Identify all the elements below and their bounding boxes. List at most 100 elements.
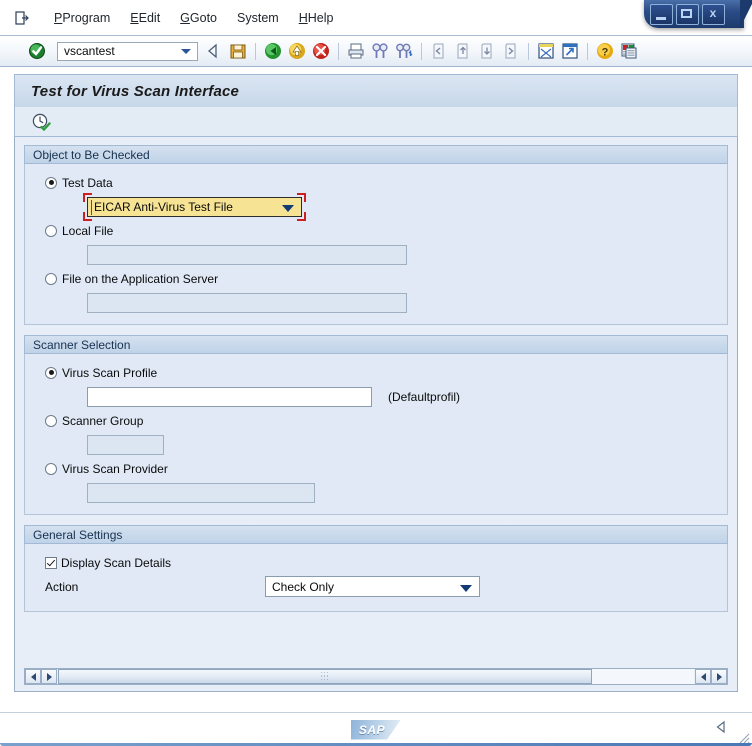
radio-virus-scan-profile[interactable]	[45, 367, 57, 379]
scanner-group-field-row	[25, 431, 727, 458]
print-icon[interactable]	[346, 41, 366, 61]
toolbar-separator-3	[421, 43, 422, 60]
green-check-enter-icon[interactable]	[28, 42, 46, 60]
radio-virus-scan-provider[interactable]	[45, 463, 57, 475]
default-profile-hint: (Defaultprofil)	[388, 390, 460, 404]
menu-item-help-label: Help	[308, 11, 334, 25]
test-data-combo-row: EICAR Anti-Virus Test File	[25, 193, 727, 220]
scrollbar-grip: ::::::	[321, 673, 330, 681]
scroll-right-icon[interactable]	[41, 669, 57, 684]
menu-item-system[interactable]: System	[227, 9, 289, 27]
scroll-right-icon-right-pair[interactable]	[711, 669, 727, 684]
focus-bracket-top-right	[297, 193, 306, 202]
group-body-object: Test Data EICAR Anti-Virus Test File	[24, 164, 728, 325]
group-body-scanner: Virus Scan Profile (Defaultprofil) Scann…	[24, 354, 728, 515]
horizontal-scrollbar[interactable]: ::::::	[24, 668, 728, 685]
toolbar-separator-4	[528, 43, 529, 60]
scroll-left-icon-right-pair[interactable]	[695, 669, 711, 684]
exit-icon[interactable]	[14, 10, 30, 26]
back-arrow-icon[interactable]	[204, 41, 224, 61]
radio-scanner-group[interactable]	[45, 415, 57, 427]
command-field[interactable]: vscantest	[57, 42, 198, 61]
radio-row-virus-scan-profile[interactable]: Virus Scan Profile	[25, 362, 727, 383]
help-icon[interactable]: ?	[595, 41, 615, 61]
test-data-combobox[interactable]: EICAR Anti-Virus Test File	[87, 197, 302, 217]
group-header-general: General Settings	[24, 525, 728, 544]
menu-accel-h: H	[299, 11, 308, 25]
execute-clock-check-icon[interactable]	[31, 112, 51, 132]
window-caption-buttons: x	[644, 0, 744, 28]
radio-local-file[interactable]	[45, 225, 57, 237]
scrollbar-track[interactable]: ::::::	[58, 669, 694, 684]
last-page-icon[interactable]	[501, 41, 521, 61]
radio-app-server-file-label: File on the Application Server	[62, 272, 218, 286]
radio-row-local-file[interactable]: Local File	[25, 220, 727, 241]
selection-screen-canvas: Object to Be Checked Test Data EICAR Ant…	[14, 137, 738, 692]
checkbox-display-scan-details-label: Display Scan Details	[61, 556, 171, 570]
app-server-file-input[interactable]	[87, 293, 407, 313]
checkbox-row-display-scan-details[interactable]: Display Scan Details	[25, 552, 727, 573]
toolbar: vscantest	[0, 36, 752, 67]
create-shortcut-icon[interactable]	[560, 41, 580, 61]
chevron-down-icon[interactable]	[460, 585, 472, 592]
radio-app-server-file[interactable]	[45, 273, 57, 285]
virus-scan-profile-field-row: (Defaultprofil)	[25, 383, 727, 410]
menu-item-help[interactable]: HHelp	[289, 9, 344, 27]
menu-accel-g: G	[180, 11, 190, 25]
previous-page-icon[interactable]	[453, 41, 473, 61]
group-body-general: Display Scan Details Action Check Only	[24, 544, 728, 612]
group-scanner-selection: Scanner Selection Virus Scan Profile (De…	[24, 335, 728, 515]
scroll-left-icon[interactable]	[25, 669, 41, 684]
minimize-button[interactable]	[650, 4, 673, 25]
radio-test-data[interactable]	[45, 177, 57, 189]
close-button[interactable]: x	[702, 4, 725, 25]
group-header-scanner: Scanner Selection	[24, 335, 728, 354]
menu-item-system-label: System	[237, 11, 279, 25]
menu-item-goto[interactable]: GGoto	[170, 9, 227, 27]
scanner-group-input[interactable]	[87, 435, 164, 455]
menu-item-goto-label: Goto	[190, 11, 217, 25]
menu-bar: PProgram EEdit GGoto System HHelp	[0, 0, 752, 36]
action-combobox[interactable]: Check Only	[265, 576, 480, 597]
virus-scan-profile-input[interactable]	[87, 387, 372, 407]
toolbar-separator-2	[338, 43, 339, 60]
group-general-settings: General Settings Display Scan Details Ac…	[24, 525, 728, 612]
toolbar-separator-5	[587, 43, 588, 60]
group-header-object: Object to Be Checked	[24, 145, 728, 164]
radio-row-test-data[interactable]: Test Data	[25, 172, 727, 193]
find-next-icon[interactable]	[394, 41, 414, 61]
chevron-down-icon[interactable]	[282, 205, 294, 212]
page-title: Test for Virus Scan Interface	[31, 83, 239, 100]
screen-title-bar: Test for Virus Scan Interface	[14, 74, 738, 107]
radio-row-scanner-group[interactable]: Scanner Group	[25, 410, 727, 431]
maximize-button[interactable]	[676, 4, 699, 25]
action-combobox-value: Check Only	[272, 580, 334, 594]
find-icon[interactable]	[370, 41, 390, 61]
sap-logo: SAP	[351, 720, 401, 740]
chevron-down-icon[interactable]	[181, 49, 191, 54]
virus-scan-provider-input[interactable]	[87, 483, 315, 503]
scrollbar-thumb[interactable]: ::::::	[58, 669, 592, 684]
local-file-field-row	[25, 241, 727, 268]
first-page-icon[interactable]	[429, 41, 449, 61]
status-arrow-icon[interactable]	[714, 720, 728, 734]
menu-item-program[interactable]: PProgram	[44, 9, 120, 27]
sap-logo-text: SAP	[359, 723, 385, 737]
radio-scanner-group-label: Scanner Group	[62, 414, 143, 428]
checkbox-display-scan-details[interactable]	[45, 557, 57, 569]
save-icon[interactable]	[228, 41, 248, 61]
command-field-value: vscantest	[64, 44, 181, 58]
back-green-icon[interactable]	[263, 41, 283, 61]
resize-grip-icon[interactable]	[736, 730, 750, 744]
local-file-input[interactable]	[87, 245, 407, 265]
menu-item-edit[interactable]: EEdit	[120, 9, 170, 27]
create-session-icon[interactable]	[536, 41, 556, 61]
exit-yellow-icon[interactable]	[287, 41, 307, 61]
customize-local-layout-icon[interactable]	[619, 41, 639, 61]
radio-row-virus-scan-provider[interactable]: Virus Scan Provider	[25, 458, 727, 479]
group-object-to-be-checked: Object to Be Checked Test Data EICAR Ant…	[24, 145, 728, 325]
radio-row-app-server-file[interactable]: File on the Application Server	[25, 268, 727, 289]
cancel-red-icon[interactable]	[311, 41, 331, 61]
next-page-icon[interactable]	[477, 41, 497, 61]
menu-item-program-label: Program	[62, 11, 110, 25]
